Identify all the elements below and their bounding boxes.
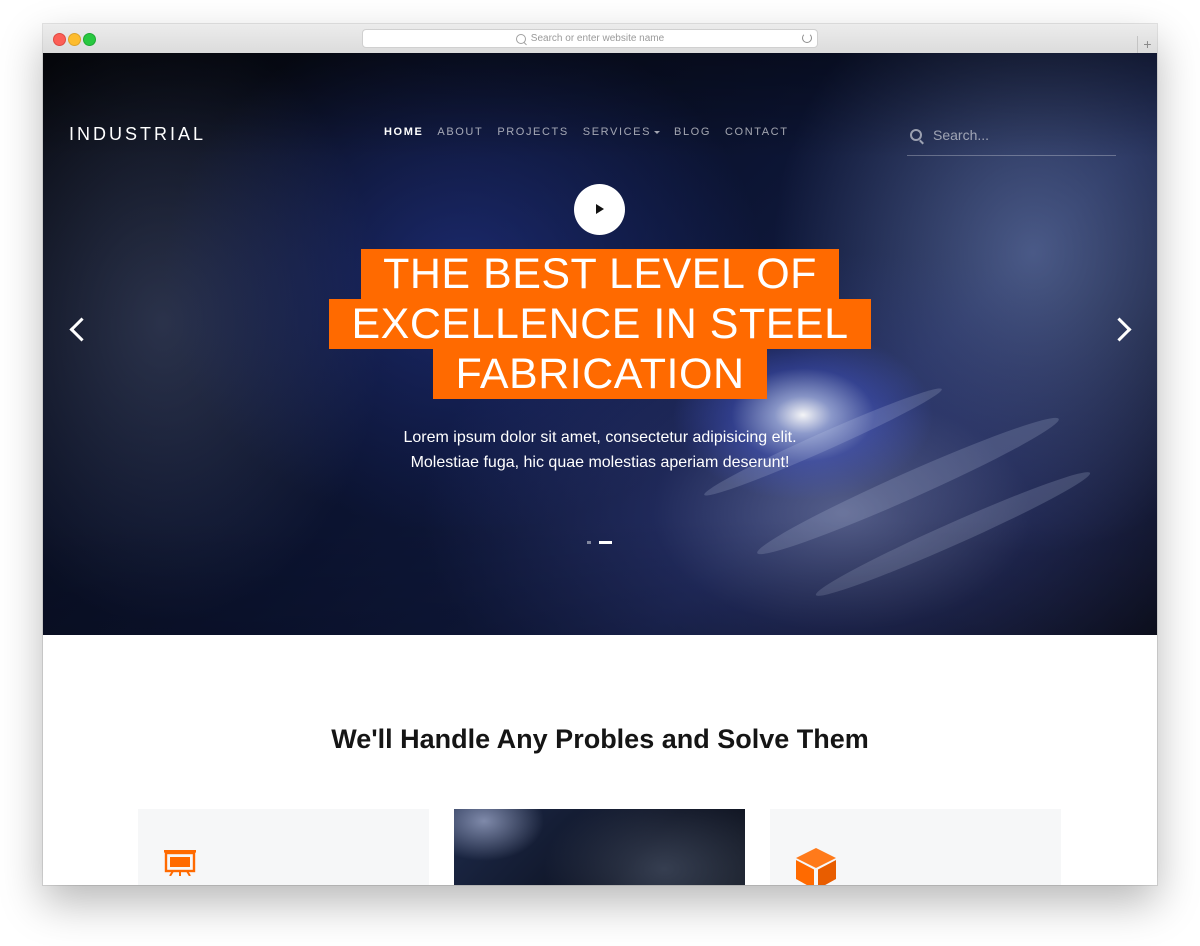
hero-headline: THE BEST LEVEL OF EXCELLENCE IN STEEL FA… xyxy=(43,249,1157,399)
slider-dot[interactable] xyxy=(587,541,591,544)
search-icon xyxy=(515,33,526,44)
service-card[interactable] xyxy=(138,809,429,885)
nav-item-projects[interactable]: PROJECTS xyxy=(497,126,568,138)
site-logo[interactable]: INDUSTRIAL xyxy=(69,124,206,145)
hero-headline-line: FABRICATION xyxy=(433,349,767,399)
main-nav: HOME ABOUT PROJECTS SERVICES BLOG CONTAC… xyxy=(384,126,803,138)
slider-pagination xyxy=(587,541,612,544)
search-icon[interactable] xyxy=(910,129,922,141)
address-bar-placeholder: Search or enter website name xyxy=(530,33,665,44)
play-icon xyxy=(596,204,604,214)
close-window-button[interactable] xyxy=(53,33,66,46)
slider-dot-active[interactable] xyxy=(599,541,612,544)
hero-headline-line: THE BEST LEVEL OF xyxy=(361,249,839,299)
new-tab-button[interactable]: + xyxy=(1137,36,1157,53)
browser-window: Search or enter website name + INDUSTRIA… xyxy=(43,24,1157,885)
play-video-button[interactable] xyxy=(574,184,625,235)
chevron-down-icon xyxy=(654,130,661,134)
site-search xyxy=(907,117,1116,156)
service-card-image[interactable] xyxy=(454,809,745,885)
search-input[interactable] xyxy=(931,123,1115,147)
nav-item-about[interactable]: ABOUT xyxy=(437,126,483,138)
browser-toolbar: Search or enter website name + xyxy=(43,24,1157,54)
section-title: We'll Handle Any Probles and Solve Them xyxy=(331,724,869,754)
hero-headline-line: EXCELLENCE IN STEEL xyxy=(329,299,871,349)
address-bar[interactable]: Search or enter website name xyxy=(362,29,818,48)
nav-item-contact[interactable]: CONTACT xyxy=(725,126,789,138)
minimize-window-button[interactable] xyxy=(68,33,81,46)
nav-item-services-label: SERVICES xyxy=(582,126,652,138)
easel-icon xyxy=(164,850,196,876)
nav-item-home[interactable]: HOME xyxy=(384,126,423,138)
reload-icon[interactable] xyxy=(802,33,812,43)
zoom-window-button[interactable] xyxy=(83,33,96,46)
cube-icon xyxy=(796,848,836,885)
service-card[interactable] xyxy=(770,809,1061,885)
nav-item-services[interactable]: SERVICES xyxy=(582,126,661,138)
nav-item-blog[interactable]: BLOG xyxy=(674,126,711,138)
hero-description: Lorem ipsum dolor sit amet, consectetur … xyxy=(403,429,797,471)
hero-slider: INDUSTRIAL HOME ABOUT PROJECTS SERVICES … xyxy=(43,53,1157,635)
